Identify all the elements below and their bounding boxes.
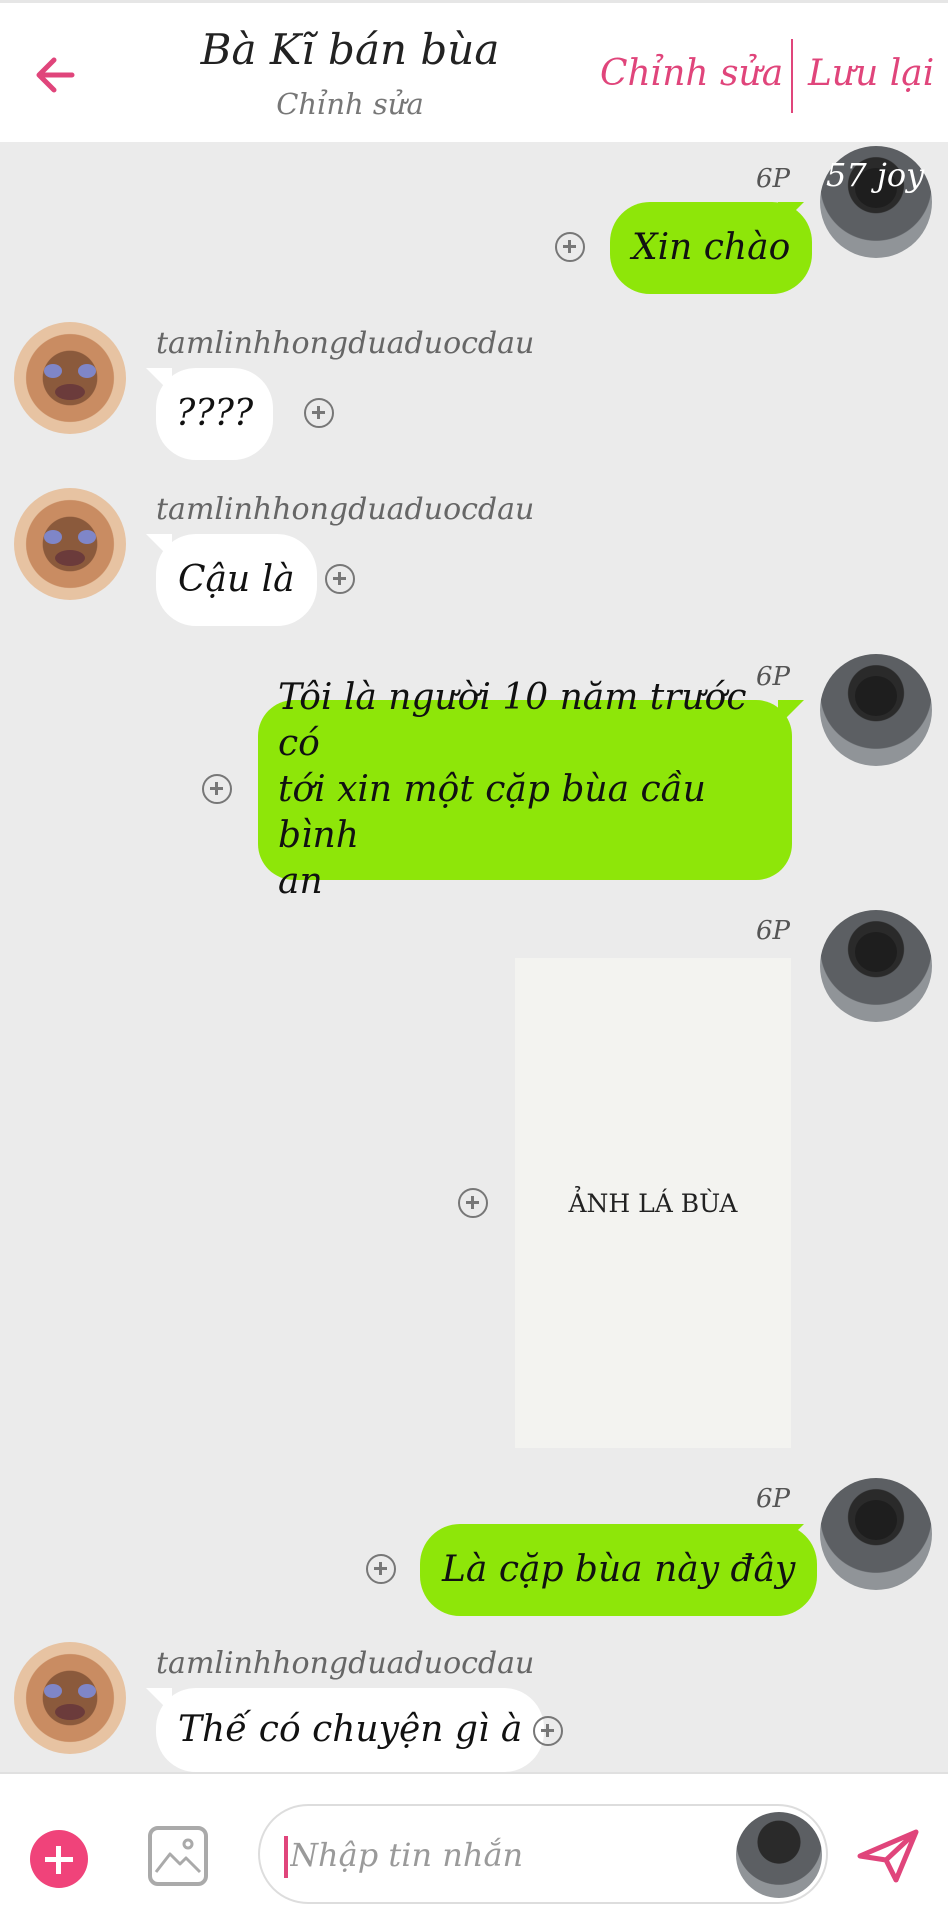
cat-mouth [55, 1704, 85, 1720]
cat-eye [78, 1684, 96, 1698]
sender-avatar-selector[interactable] [736, 1812, 822, 1898]
message-input-wrapper[interactable] [258, 1804, 828, 1904]
cat-mouth [55, 384, 85, 400]
avatar-face [855, 1500, 897, 1540]
edit-button[interactable]: Chỉnh sửa [600, 53, 783, 94]
cat-eye [78, 530, 96, 544]
chat-header: Bà Kĩ bán bùa Chỉnh sửa Chỉnh sửa Lưu lạ… [0, 0, 948, 142]
my-avatar[interactable] [820, 654, 932, 766]
add-reaction-icon[interactable] [202, 774, 232, 804]
message-input[interactable] [290, 1830, 710, 1880]
plus-circle-icon[interactable] [30, 1830, 88, 1888]
send-icon[interactable] [856, 1826, 920, 1886]
add-reaction-icon[interactable] [366, 1554, 396, 1584]
add-reaction-icon[interactable] [555, 232, 585, 262]
add-reaction-icon[interactable] [325, 564, 355, 594]
sender-username: tamlinhhongduaduocdau [156, 326, 535, 361]
cat-eye [44, 364, 62, 378]
image-caption: ẢNH LÁ BÙA [568, 1188, 738, 1218]
cat-mouth [55, 550, 85, 566]
my-avatar[interactable] [820, 910, 932, 1022]
received-message-bubble[interactable]: ???? [156, 368, 274, 460]
message-time: 6P [756, 916, 791, 946]
image-message[interactable]: ẢNH LÁ BÙA [515, 958, 791, 1448]
add-reaction-icon[interactable] [458, 1188, 488, 1218]
message-time: 6P [756, 1484, 791, 1514]
message-time: 6P [756, 164, 791, 194]
cat-eye [78, 364, 96, 378]
sender-username: tamlinhhongduaduocdau [156, 1646, 535, 1681]
image-icon[interactable] [148, 1826, 208, 1886]
cat-eye [44, 1684, 62, 1698]
avatar-face [855, 676, 897, 716]
my-avatar[interactable] [820, 1478, 932, 1590]
back-arrow-icon[interactable] [28, 47, 84, 103]
conversation-title: Bà Kĩ bán bùa [200, 25, 500, 74]
composer-bar [0, 1772, 948, 1920]
sender-username: tamlinhhongduaduocdau [156, 492, 535, 527]
received-message-bubble[interactable]: Cậu là [156, 534, 317, 626]
contact-avatar[interactable] [14, 488, 126, 600]
sent-message-bubble[interactable]: Là cặp bùa này đây [420, 1524, 818, 1616]
add-reaction-icon[interactable] [533, 1716, 563, 1746]
message-list[interactable]: 6P 57 joy Xin chào tamlinhhongduaduocdau… [0, 142, 948, 1772]
contact-avatar[interactable] [14, 322, 126, 434]
add-reaction-icon[interactable] [304, 398, 334, 428]
header-divider [791, 39, 793, 113]
text-caret [284, 1836, 288, 1878]
message-line: tới xin một cặp bùa cầu bình [278, 769, 706, 856]
conversation-subtitle: Chỉnh sửa [276, 87, 424, 121]
cat-eye [44, 530, 62, 544]
message-line: Tôi là người 10 năm trước có [278, 677, 747, 764]
avatar-face [855, 932, 897, 972]
received-message-bubble[interactable]: Thế có chuyện gì à [156, 1688, 545, 1772]
avatar-caption: 57 joy [826, 156, 925, 194]
contact-avatar[interactable] [14, 1642, 126, 1754]
save-button[interactable]: Lưu lại [808, 53, 934, 94]
message-line: an [278, 861, 323, 902]
sent-message-bubble[interactable]: Xin chào [610, 202, 813, 294]
sent-message-bubble[interactable]: Tôi là người 10 năm trước có tới xin một… [258, 677, 792, 902]
